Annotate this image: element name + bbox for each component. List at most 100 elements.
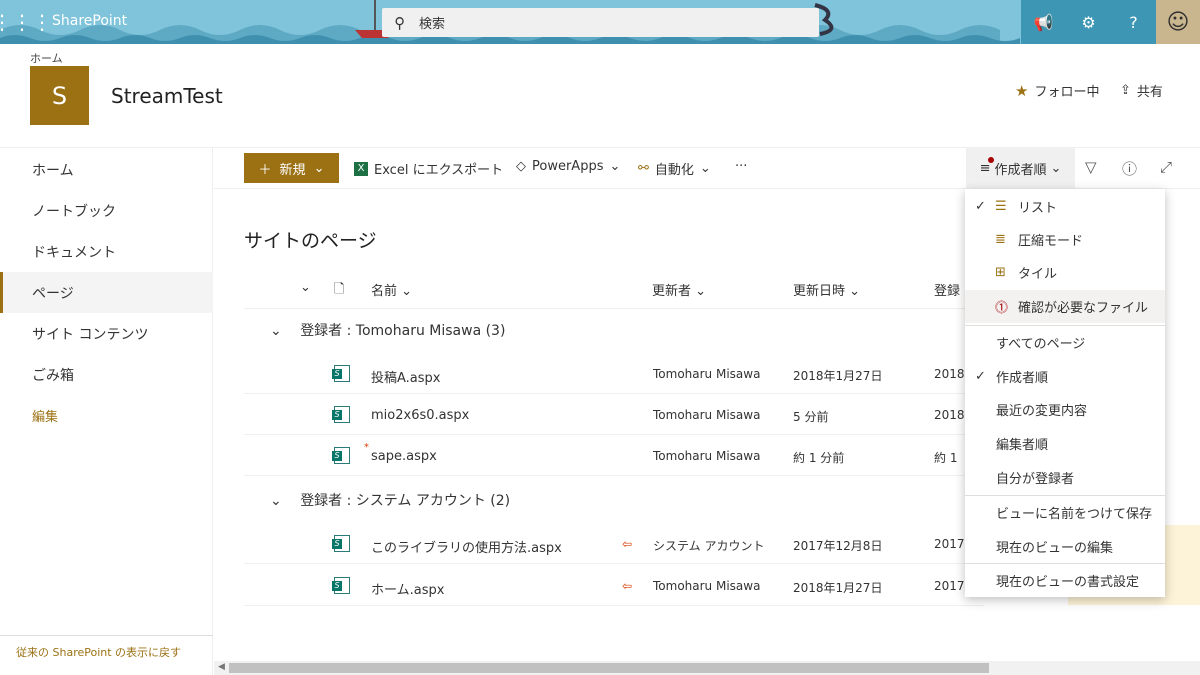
menu-item-edit-current-view[interactable]: 現在のビューの編集 xyxy=(965,530,1165,563)
status-dot xyxy=(988,157,994,163)
info-icon[interactable]: ⓘ xyxy=(1122,158,1137,179)
file-name[interactable]: 投稿A.aspx xyxy=(371,367,440,386)
column-name[interactable]: 名前 ⌄ xyxy=(371,280,412,299)
view-sort-button[interactable]: ≡ 作成者順 ⌄ xyxy=(966,148,1075,188)
nav-item-recycle-bin[interactable]: ごみ箱 xyxy=(0,354,213,395)
menu-item-compact-layout[interactable]: ≣ 圧縮モード xyxy=(965,223,1165,256)
modified-by: システム アカウント xyxy=(653,539,765,553)
menu-item-files-needing-attention[interactable]: ⓵ 確認が必要なファイル xyxy=(965,290,1165,323)
share-label: 共有 xyxy=(1136,85,1163,100)
file-name[interactable]: このライブラリの使用方法.aspx xyxy=(371,537,562,556)
created-by: 2018 xyxy=(934,367,965,381)
column-header-row: ⌄ 🗋 名前 ⌄ 更新者 ⌄ 更新日時 ⌄ 登録 xyxy=(244,269,984,309)
menu-item-my-submissions[interactable]: 自分が登録者 xyxy=(965,461,1165,494)
collapse-all-icon[interactable]: ⌄ xyxy=(300,280,311,295)
scroll-left-icon[interactable]: ◀ xyxy=(218,662,225,672)
file-type-icon[interactable]: 🗋 xyxy=(334,280,344,302)
site-title[interactable]: StreamTest xyxy=(111,84,223,108)
chevron-down-icon: ⌄ xyxy=(699,161,711,176)
nav-item-home[interactable]: ホーム xyxy=(0,149,213,190)
alert-icon: ⓵ xyxy=(995,301,1009,316)
menu-item-list-layout[interactable]: ✓ ☰ リスト xyxy=(965,190,1165,223)
table-row[interactable]: mio2x6s0.aspx Tomoharu Misawa 5 分前 2018 xyxy=(244,395,984,435)
menu-item-label: タイル xyxy=(1018,267,1058,282)
follow-button[interactable]: ★ フォロー中 xyxy=(1015,81,1100,101)
avatar[interactable]: ☺ xyxy=(1156,0,1200,44)
modified-date: 2017年12月8日 xyxy=(793,539,883,553)
more-button[interactable]: ··· xyxy=(735,159,747,174)
group-label: 登録者 : Tomoharu Misawa (3) xyxy=(300,323,506,339)
help-icon[interactable]: ? xyxy=(1111,0,1156,44)
export-excel-button[interactable]: X Excel にエクスポート xyxy=(354,159,503,178)
group-label: 登録者 : システム アカウント (2) xyxy=(300,493,511,509)
powerapps-button[interactable]: ◇ PowerApps ⌄ xyxy=(516,159,620,174)
classic-view-link[interactable]: 従来の SharePoint の表示に戻す xyxy=(0,635,213,660)
automate-label: 自動化 xyxy=(654,163,694,178)
menu-item-save-view-as[interactable]: ビューに名前をつけて保存 xyxy=(965,496,1165,529)
automate-button[interactable]: ⚯ 自動化 ⌄ xyxy=(638,159,711,178)
created-by: 2017 xyxy=(934,579,965,593)
table-row[interactable]: ホーム.aspx ⇦ Tomoharu Misawa 2018年1月27日 20… xyxy=(244,566,984,606)
column-modified[interactable]: 更新日時 ⌄ xyxy=(793,280,860,299)
gear-icon[interactable]: ⚙ xyxy=(1066,0,1111,44)
table-row[interactable]: 投稿A.aspx Tomoharu Misawa 2018年1月27日 2018 xyxy=(244,354,984,394)
menu-item-by-author[interactable]: ✓ 作成者順 xyxy=(965,360,1165,393)
app-launcher-icon[interactable]: ⋮⋮⋮ xyxy=(0,0,52,44)
menu-item-label: 現在のビューの書式設定 xyxy=(996,575,1140,590)
nav-item-notebook[interactable]: ノートブック xyxy=(0,190,213,231)
menu-item-recent-changes[interactable]: 最近の変更内容 xyxy=(965,393,1165,426)
group-header[interactable]: ⌄ 登録者 : システム アカウント (2) xyxy=(244,490,510,510)
left-navigation: ホーム ノートブック ドキュメント ページ サイト コンテンツ ごみ箱 編集 従… xyxy=(0,148,213,675)
column-modified-by[interactable]: 更新者 ⌄ xyxy=(652,280,706,299)
file-name[interactable]: ホーム.aspx xyxy=(371,579,444,598)
suite-actions: 📢 ⚙ ? ☺ xyxy=(1021,0,1200,44)
nav-item-site-contents[interactable]: サイト コンテンツ xyxy=(0,313,213,354)
menu-item-all-pages[interactable]: すべてのページ xyxy=(965,326,1165,359)
file-name[interactable]: mio2x6s0.aspx xyxy=(371,408,469,423)
powerapps-icon: ◇ xyxy=(516,159,526,174)
group-header[interactable]: ⌄ 登録者 : Tomoharu Misawa (3) xyxy=(244,320,505,340)
sitepage-icon xyxy=(332,577,350,594)
breadcrumb[interactable]: ホーム xyxy=(30,50,63,66)
search-icon: ⚲ xyxy=(394,13,405,32)
new-button[interactable]: ＋ 新規 ⌄ xyxy=(244,153,339,183)
expand-icon[interactable]: ⤢ xyxy=(1160,158,1172,176)
menu-item-label: 圧縮モード xyxy=(1018,234,1084,249)
menu-item-tiles-layout[interactable]: ⊞ タイル xyxy=(965,256,1165,289)
follow-label: フォロー中 xyxy=(1034,85,1100,100)
search-box[interactable]: ⚲ 検索 xyxy=(382,8,819,37)
modified-by: Tomoharu Misawa xyxy=(653,449,761,463)
menu-item-by-editor[interactable]: 編集者順 xyxy=(965,427,1165,460)
modified-by: Tomoharu Misawa xyxy=(653,367,761,381)
column-created-by[interactable]: 登録 xyxy=(934,280,960,299)
created-by: 2018 xyxy=(934,408,965,422)
modified-by: Tomoharu Misawa xyxy=(653,579,761,593)
nav-edit-link[interactable]: 編集 xyxy=(0,395,213,436)
table-row[interactable]: ⁎ sape.aspx Tomoharu Misawa 約 1 分前 約 1 xyxy=(244,436,984,476)
horizontal-scrollbar[interactable]: ◀ xyxy=(214,661,1200,675)
excel-icon: X xyxy=(354,161,368,176)
filter-icon[interactable]: ▽ xyxy=(1085,158,1097,176)
menu-item-format-current-view[interactable]: 現在のビューの書式設定 xyxy=(965,564,1165,597)
nav-item-pages[interactable]: ページ xyxy=(0,272,213,313)
command-bar: ＋ 新規 ⌄ X Excel にエクスポート ◇ PowerApps ⌄ ⚯ 自… xyxy=(214,148,1200,189)
list-icon: ☰ xyxy=(995,199,1007,214)
chevron-down-icon: ⌄ xyxy=(1050,160,1062,176)
created-by: 2017 xyxy=(934,537,965,551)
sitepage-icon xyxy=(332,447,350,464)
site-logo[interactable]: S xyxy=(30,66,89,125)
share-button[interactable]: ⇪ 共有 xyxy=(1120,81,1163,100)
menu-item-label: リスト xyxy=(1018,201,1058,216)
created-by: 約 1 xyxy=(934,451,958,465)
megaphone-icon[interactable]: 📢 xyxy=(1021,0,1066,44)
nav-item-documents[interactable]: ドキュメント xyxy=(0,231,213,272)
menu-item-label: 作成者順 xyxy=(996,371,1049,386)
table-row[interactable]: このライブラリの使用方法.aspx ⇦ システム アカウント 2017年12月8… xyxy=(244,524,984,564)
powerapps-label: PowerApps xyxy=(532,159,604,174)
checkout-icon: ⇦ xyxy=(622,579,633,593)
file-name[interactable]: sape.aspx xyxy=(371,449,437,464)
app-name[interactable]: SharePoint xyxy=(52,13,127,29)
scrollbar-thumb[interactable] xyxy=(229,663,989,673)
plus-icon: ＋ xyxy=(258,162,272,178)
menu-item-label: ビューに名前をつけて保存 xyxy=(996,507,1153,522)
